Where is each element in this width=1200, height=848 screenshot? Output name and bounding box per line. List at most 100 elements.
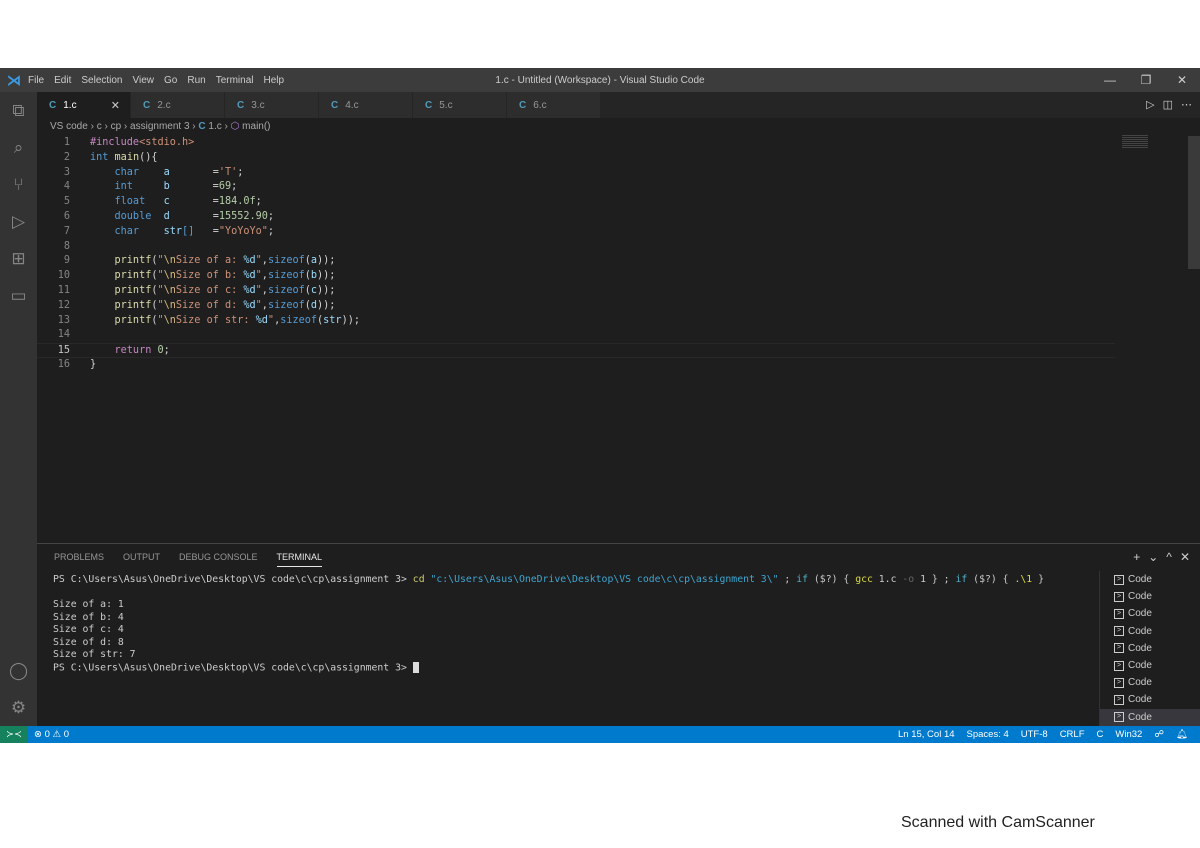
close-button[interactable]: ✕ <box>1164 68 1200 92</box>
status-item[interactable]: CRLF <box>1060 729 1085 740</box>
line-number: 1 <box>63 137 70 148</box>
terminal-instance-label: Code <box>1128 677 1152 689</box>
title-bar: ⋊ File Edit Selection View Go Run Terminal Help… <box>0 68 1200 92</box>
menu-terminal[interactable]: Terminal <box>216 75 254 86</box>
search-icon[interactable]: ⌕ <box>0 129 37 166</box>
run-debug-icon[interactable]: ▷ <box>0 203 37 240</box>
settings-gear-icon[interactable]: ⚙ <box>0 689 37 726</box>
code-line[interactable]: 14 <box>37 328 1187 343</box>
restore-button[interactable]: ❐ <box>1128 68 1164 92</box>
code-token: 'T' <box>218 166 238 178</box>
code-token: printf <box>90 284 152 296</box>
code-line[interactable]: 12 printf("\nSize of d: %d",sizeof(d)); <box>37 299 1187 314</box>
code-line[interactable]: 3 char a ='T'; <box>37 166 1187 181</box>
code-line[interactable]: 16} <box>37 358 1187 373</box>
panel-tab-problems[interactable]: PROBLEMS <box>54 552 104 567</box>
code-line[interactable]: 11 printf("\nSize of c: %d",sizeof(c)); <box>37 284 1187 299</box>
menu-go[interactable]: Go <box>164 75 177 86</box>
menu-file[interactable]: File <box>28 75 44 86</box>
terminal-output[interactable]: PS C:\Users\Asus\OneDrive\Desktop\VS cod… <box>53 574 1044 674</box>
menu-view[interactable]: View <box>133 75 155 86</box>
extensions-icon[interactable]: ⊞ <box>0 240 37 277</box>
code-line[interactable]: 10 printf("\nSize of b: %d",sizeof(b)); <box>37 269 1187 284</box>
status-item[interactable]: Win32 <box>1115 729 1142 740</box>
breadcrumb-item[interactable]: 1.c <box>208 121 221 132</box>
menu-run[interactable]: Run <box>187 75 205 86</box>
code-token: (){ <box>139 151 158 163</box>
menu-edit[interactable]: Edit <box>54 75 71 86</box>
status-item[interactable]: UTF-8 <box>1021 729 1048 740</box>
maximize-panel-icon[interactable]: ^ <box>1166 550 1172 564</box>
breadcrumb-item[interactable]: VS code <box>50 121 88 132</box>
editor-scrollbar[interactable] <box>1188 136 1200 269</box>
tab-2.c[interactable]: C 2.c <box>131 92 225 118</box>
terminal-instance[interactable]: > Code <box>1100 674 1200 691</box>
terminal-instance-label: Code <box>1128 694 1152 706</box>
code-token: <stdio.h> <box>139 137 195 148</box>
status-item[interactable]: Spaces: 4 <box>967 729 1009 740</box>
more-actions-icon[interactable]: ⋯ <box>1181 98 1192 111</box>
close-tab-icon[interactable]: ✕ <box>111 99 120 112</box>
panel-tab-output[interactable]: OUTPUT <box>123 552 160 567</box>
tab-5.c[interactable]: C 5.c <box>413 92 507 118</box>
breadcrumb-item[interactable]: assignment 3 <box>130 121 189 132</box>
code-line[interactable]: 9 printf("\nSize of a: %d",sizeof(a)); <box>37 254 1187 269</box>
terminal-line: Size of d: 8 <box>53 637 1044 650</box>
problems-indicator[interactable]: ⊗ 0 ⚠ 0 <box>34 729 69 740</box>
account-icon[interactable]: ◯ <box>0 652 37 689</box>
breadcrumb-item[interactable]: cp <box>111 121 122 132</box>
run-icon[interactable]: ▷ <box>1146 98 1154 111</box>
terminal-dropdown-icon[interactable]: ⌄ <box>1148 550 1158 564</box>
new-terminal-icon[interactable]: + <box>1133 550 1140 564</box>
panel-tab-terminal[interactable]: TERMINAL <box>276 552 323 567</box>
code-line[interactable]: 15 return 0; <box>37 343 1115 358</box>
minimap[interactable] <box>1122 135 1148 149</box>
menu-help[interactable]: Help <box>264 75 285 86</box>
tab-3.c[interactable]: C 3.c <box>225 92 319 118</box>
files-icon[interactable]: ⧉ <box>0 92 37 129</box>
panel-tab-debug-console[interactable]: DEBUG CONSOLE <box>179 552 258 567</box>
terminal-instance[interactable]: > Code <box>1100 623 1200 640</box>
status-item[interactable]: C <box>1097 729 1104 740</box>
code-line[interactable]: 4 int b =69; <box>37 180 1187 195</box>
remote-icon[interactable]: ≻≺ <box>0 726 28 743</box>
tab-4.c[interactable]: C 4.c <box>319 92 413 118</box>
tab-1.c[interactable]: C 1.c ✕ <box>37 92 131 118</box>
code-editor[interactable]: 1 #include<stdio.h> 2 int main(){3 char a =… <box>37 136 1187 373</box>
terminal-line: PS C:\Users\Asus\OneDrive\Desktop\VS cod… <box>53 661 1044 675</box>
code-token: printf <box>90 270 152 282</box>
code-token: %d <box>243 255 256 267</box>
code-line[interactable]: 5 float c =184.0f; <box>37 195 1187 210</box>
status-item[interactable]: Ln 15, Col 14 <box>898 729 955 740</box>
terminal-instance[interactable]: > Code <box>1100 571 1200 588</box>
menu-selection[interactable]: Selection <box>81 75 122 86</box>
code-line[interactable]: 13 printf("\nSize of str: %d",sizeof(str… <box>37 314 1187 329</box>
breadcrumb-item[interactable]: main() <box>242 121 270 132</box>
remote-explorer-icon[interactable]: ▭ <box>0 277 37 314</box>
code-line[interactable]: 6 double d =15552.90; <box>37 210 1187 225</box>
split-editor-icon[interactable]: ◫ <box>1163 98 1173 111</box>
code-line[interactable]: 7 char str[] ="YoYoYo"; <box>37 225 1187 240</box>
code-token: str <box>139 225 183 237</box>
terminal-icon: > <box>1114 643 1124 654</box>
feedback-icon[interactable]: ☍ <box>1154 729 1164 740</box>
source-control-icon[interactable]: ⑂ <box>0 166 37 203</box>
terminal-instance[interactable]: > Code <box>1100 691 1200 708</box>
close-panel-icon[interactable]: ✕ <box>1180 550 1190 564</box>
terminal-instance[interactable]: > Code <box>1100 640 1200 657</box>
terminal-instance[interactable]: > Code <box>1100 708 1200 726</box>
code-line[interactable]: 1 #include<stdio.h> <box>37 136 1187 151</box>
code-token: main <box>114 151 140 163</box>
tab-6.c[interactable]: C 6.c <box>507 92 601 118</box>
terminal-token: ; <box>778 574 797 585</box>
minimize-button[interactable]: — <box>1092 68 1128 92</box>
code-line[interactable]: 2 int main(){ <box>37 151 1187 166</box>
line-number: 15 <box>57 345 70 357</box>
error-count: 0 <box>44 729 50 740</box>
terminal-instance[interactable]: > Code <box>1100 605 1200 622</box>
code-line[interactable]: 8 <box>37 240 1187 255</box>
terminal-instance[interactable]: > Code <box>1100 588 1200 605</box>
notifications-bell-icon[interactable]: 🔔︎ <box>1176 729 1188 740</box>
terminal-instance[interactable]: > Code <box>1100 657 1200 674</box>
